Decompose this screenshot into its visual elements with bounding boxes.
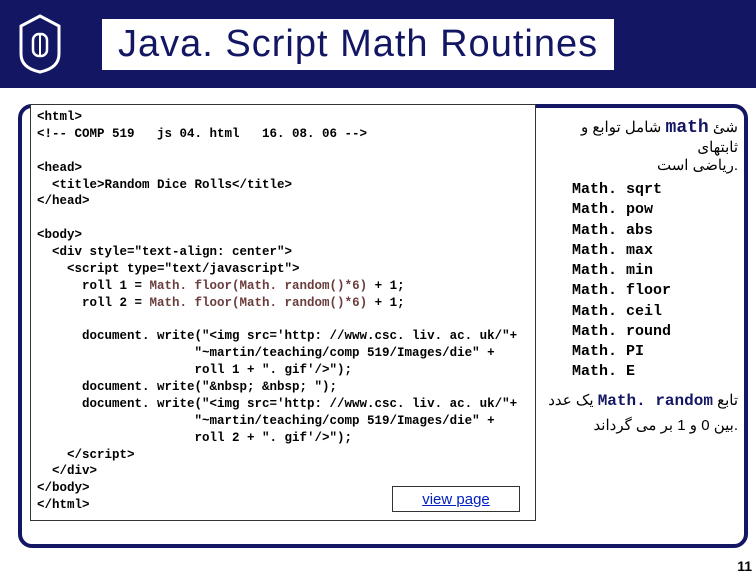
page-number: 11 [737,558,752,574]
roll1-prefix: roll 1 = [37,279,150,293]
random-word-2: یک عدد [548,392,593,409]
slide-title: Java. Script Math Routines [102,19,614,70]
view-page-link[interactable]: view page [422,491,490,508]
math-keyword: math [666,118,709,138]
title-underline [118,72,678,76]
roll2-prefix: roll 2 = [37,296,150,310]
roll1-suffix: + 1; [367,279,405,293]
roll2-line: roll 2 = Math. floor(Math. random()*6) +… [37,296,405,310]
intro-word-1: شئ [713,119,738,136]
code-text-1: <html> <!-- COMP 519 js 04. html 16. 08.… [37,110,367,276]
intro-line-2: .ریاضی است [542,156,738,174]
roll2-suffix: + 1; [367,296,405,310]
math-random-code: Math. random [598,392,713,410]
roll1-line: roll 1 = Math. floor(Math. random()*6) +… [37,279,405,293]
code-text-2: document. write("<img src='http: //www.c… [37,329,517,512]
code-block: <html> <!-- COMP 519 js 04. html 16. 08.… [30,104,536,521]
math-intro: شئ math شامل توابع و ثابتهای [542,118,738,156]
roll2-highlight: Math. floor(Math. random()*6) [150,296,368,310]
random-desc-line2: .بین 0 و 1 بر می گرداند [542,416,738,434]
random-word-1: تابع [717,392,738,409]
roll1-highlight: Math. floor(Math. random()*6) [150,279,368,293]
institution-logo [10,9,70,79]
content-frame: <html> <!-- COMP 519 js 04. html 16. 08.… [18,104,748,548]
random-desc-line1: تابع Math. random یک عدد [542,391,738,410]
math-sidebar: شئ math شامل توابع و ثابتهای .ریاضی است … [542,118,738,434]
view-page-box: view page [392,486,520,512]
math-functions-list: Math. sqrt Math. pow Math. abs Math. max… [572,180,738,383]
